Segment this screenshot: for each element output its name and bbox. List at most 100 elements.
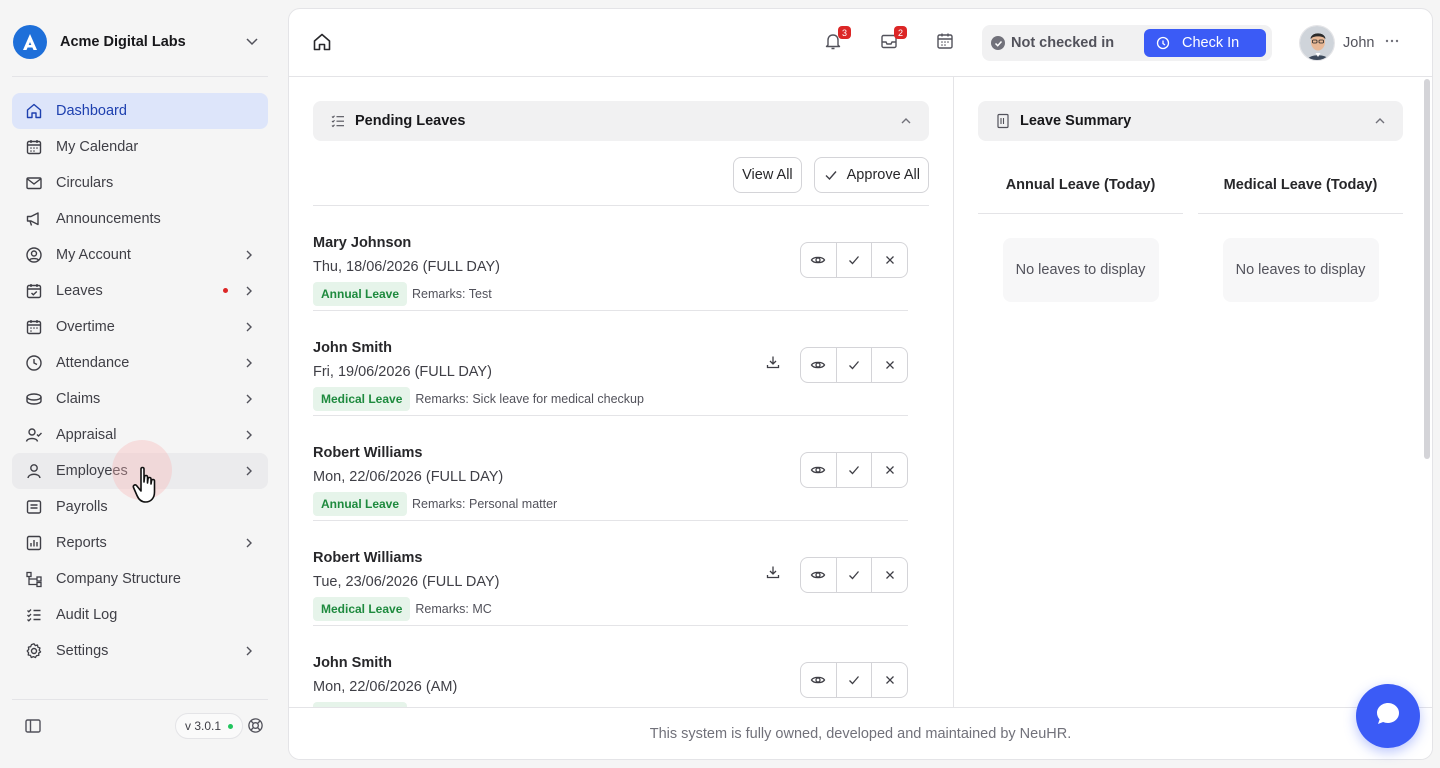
medical-leave-heading: Medical Leave (Today) xyxy=(1198,157,1403,214)
approve-button[interactable] xyxy=(835,663,872,697)
approve-button[interactable] xyxy=(835,558,872,592)
inbox-count-badge: 2 xyxy=(894,26,907,39)
calendar-button[interactable] xyxy=(933,31,957,55)
close-icon xyxy=(885,361,894,369)
view-button[interactable] xyxy=(801,348,836,382)
document-icon xyxy=(995,113,1011,129)
pending-leave-list: Mary Johnson Thu, 18/06/2026 (FULL DAY) … xyxy=(313,206,908,707)
sidebar-item-label: Attendance xyxy=(56,355,130,371)
close-icon xyxy=(885,256,894,264)
sidebar-item-settings[interactable]: Settings xyxy=(12,633,268,669)
check-icon xyxy=(825,171,837,181)
scrollbar[interactable] xyxy=(1424,79,1430,459)
chevron-right-icon xyxy=(242,464,256,483)
approve-button[interactable] xyxy=(835,453,872,487)
network-icon xyxy=(24,569,44,589)
sidebar-item-my-calendar[interactable]: My Calendar xyxy=(12,129,268,165)
check-icon xyxy=(849,466,859,475)
calendar-clock-icon xyxy=(24,317,44,337)
support-icon[interactable] xyxy=(247,717,264,739)
sidebar-item-audit-log[interactable]: Audit Log xyxy=(12,597,268,633)
sidebar-item-attendance[interactable]: Attendance xyxy=(12,345,268,381)
employee-name: Robert Williams xyxy=(313,550,423,566)
sidebar-item-leaves[interactable]: Leaves xyxy=(12,273,268,309)
leave-actions xyxy=(800,347,908,383)
employee-name: Robert Williams xyxy=(313,445,423,461)
reject-button[interactable] xyxy=(871,453,907,487)
check-in-label: Check In xyxy=(1182,35,1240,51)
clock-icon xyxy=(24,353,44,373)
user-circle-icon xyxy=(24,245,44,265)
approve-all-button[interactable]: Approve All xyxy=(813,157,929,193)
chevron-right-icon xyxy=(242,320,256,339)
reject-button[interactable] xyxy=(871,243,907,277)
reject-button[interactable] xyxy=(871,558,907,592)
sidebar-toggle-icon[interactable] xyxy=(24,717,42,740)
sidebar-item-dashboard[interactable]: Dashboard xyxy=(12,93,268,129)
view-all-button[interactable]: View All xyxy=(733,157,802,193)
approve-button[interactable] xyxy=(835,348,872,382)
view-button[interactable] xyxy=(801,243,836,277)
leave-actions xyxy=(800,662,908,698)
user-icon xyxy=(24,461,44,481)
employee-name: Mary Johnson xyxy=(313,235,412,251)
pending-leaves-section: Pending Leaves View All Approve All Mary… xyxy=(313,101,929,707)
leave-date: Thu, 18/06/2026 (FULL DAY) xyxy=(313,259,500,275)
receipt-icon xyxy=(24,497,44,517)
user-check-icon xyxy=(24,425,44,445)
chevron-right-icon xyxy=(242,356,256,375)
leave-remarks: Remarks: MC xyxy=(415,602,492,616)
sidebar-item-circulars[interactable]: Circulars xyxy=(12,165,268,201)
summary-columns: Annual Leave (Today) No leaves to displa… xyxy=(978,157,1403,302)
org-switcher[interactable]: Acme Digital Labs xyxy=(12,22,268,62)
check-in-status: Not checked in xyxy=(991,25,1114,61)
leave-remarks: Remarks: Sick leave for medical checkup xyxy=(415,392,644,406)
sidebar-item-announcements[interactable]: Announcements xyxy=(12,201,268,237)
status-check-icon xyxy=(991,36,1005,50)
eye-icon xyxy=(811,256,826,264)
reject-button[interactable] xyxy=(871,348,907,382)
sidebar-item-label: Circulars xyxy=(56,175,114,191)
pending-leaves-header[interactable]: Pending Leaves xyxy=(313,101,929,141)
approve-button[interactable] xyxy=(835,243,872,277)
close-icon xyxy=(885,466,894,474)
leave-summary-header[interactable]: Leave Summary xyxy=(978,101,1403,141)
content-area: Pending Leaves View All Approve All Mary… xyxy=(289,77,1432,707)
section-title: Leave Summary xyxy=(1020,113,1132,129)
megaphone-icon xyxy=(24,209,44,229)
leave-meta: Medical Leave Remarks: Sick leave for me… xyxy=(313,387,644,411)
chat-button[interactable] xyxy=(1356,684,1420,748)
leave-date: Fri, 19/06/2026 (FULL DAY) xyxy=(313,364,492,380)
sidebar-item-company-structure[interactable]: Company Structure xyxy=(12,561,268,597)
empty-state: No leaves to display xyxy=(1222,238,1379,302)
sidebar: Acme Digital Labs Dashboard My Calendar … xyxy=(0,0,280,768)
home-icon[interactable] xyxy=(311,31,333,58)
chat-icon xyxy=(1375,701,1401,732)
reject-button[interactable] xyxy=(871,663,907,697)
sidebar-item-overtime[interactable]: Overtime xyxy=(12,309,268,345)
view-button[interactable] xyxy=(801,453,836,487)
download-icon[interactable] xyxy=(765,564,781,585)
leave-meta: Medical Leave Remarks: MC xyxy=(313,597,492,621)
download-icon[interactable] xyxy=(765,354,781,375)
sidebar-item-claims[interactable]: Claims xyxy=(12,381,268,417)
check-in-button[interactable]: Check In xyxy=(1144,29,1266,57)
sidebar-item-reports[interactable]: Reports xyxy=(12,525,268,561)
user-menu[interactable]: John xyxy=(1299,25,1400,61)
view-all-label: View All xyxy=(742,167,793,183)
inbox-button[interactable]: 2 xyxy=(877,26,907,55)
version-text: v 3.0.1 xyxy=(185,719,222,733)
gear-icon xyxy=(24,641,44,661)
view-button[interactable] xyxy=(801,663,836,697)
more-icon[interactable] xyxy=(1384,33,1400,54)
calendar-check-icon xyxy=(24,281,44,301)
sidebar-item-my-account[interactable]: My Account xyxy=(12,237,268,273)
leave-remarks: Remarks: Test xyxy=(412,287,492,301)
chevron-right-icon xyxy=(242,284,256,303)
leave-type-badge: Medical Leave xyxy=(313,597,411,621)
approve-all-label: Approve All xyxy=(846,167,920,183)
view-button[interactable] xyxy=(801,558,836,592)
org-logo xyxy=(13,25,47,59)
notifications-button[interactable]: 3 xyxy=(821,26,851,55)
list-item: Mary Johnson Thu, 18/06/2026 (FULL DAY) … xyxy=(313,206,908,311)
